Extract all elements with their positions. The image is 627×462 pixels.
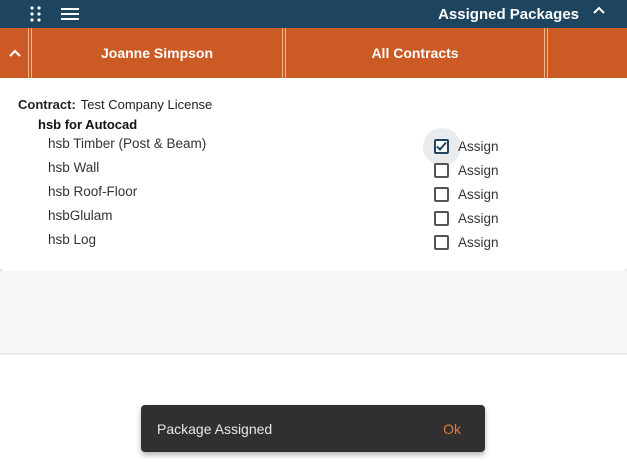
- page-title: Assigned Packages: [438, 6, 579, 23]
- assign-checkbox-row[interactable]: Assign: [434, 136, 499, 156]
- assign-label: Assign: [458, 234, 499, 250]
- assign-label: Assign: [458, 186, 499, 202]
- column-divider: [282, 28, 283, 78]
- empty-content-area: [0, 271, 627, 353]
- assign-checkbox[interactable]: [434, 138, 449, 154]
- assign-checkbox[interactable]: [434, 234, 449, 250]
- apps-grid-icon[interactable]: [30, 6, 42, 22]
- chevron-up-icon[interactable]: [9, 49, 21, 58]
- package-name: hsb Log: [48, 232, 97, 247]
- package-name: hsb Wall: [48, 160, 100, 175]
- assign-checkbox[interactable]: [434, 162, 449, 178]
- contract-label: Contract:: [18, 97, 76, 112]
- package-name: hsbGlulam: [48, 208, 113, 223]
- user-name-cell[interactable]: Joanne Simpson: [32, 28, 282, 78]
- contract-panel: Contract: Test Company License hsb for Au…: [0, 78, 627, 271]
- top-app-bar: Assigned Packages: [0, 0, 627, 28]
- contract-filter-label: All Contracts: [371, 45, 459, 61]
- section-divider: [0, 353, 627, 355]
- assign-label: Assign: [458, 210, 499, 226]
- package-name: hsb Timber (Post & Beam): [48, 136, 207, 151]
- snackbar: Package Assigned Ok: [141, 405, 485, 452]
- chevron-up-icon[interactable]: [593, 5, 605, 15]
- assign-label: Assign: [458, 162, 499, 178]
- contract-line: Contract: Test Company License: [18, 97, 212, 112]
- package-name: hsb Roof-Floor: [48, 184, 138, 199]
- assign-checkbox-row[interactable]: Assign: [434, 232, 499, 252]
- column-divider: [28, 28, 29, 78]
- user-name: Joanne Simpson: [100, 45, 214, 61]
- hamburger-menu-icon[interactable]: [61, 7, 79, 21]
- assign-checkbox-row[interactable]: Assign: [434, 184, 499, 204]
- snackbar-message: Package Assigned: [157, 421, 273, 437]
- assign-checkbox[interactable]: [434, 210, 449, 226]
- snackbar-ok-button[interactable]: Ok: [443, 421, 461, 437]
- package-header-bar: Joanne Simpson All Contracts: [0, 28, 627, 78]
- column-divider: [544, 28, 545, 78]
- assign-checkbox[interactable]: [434, 186, 449, 202]
- contract-value: Test Company License: [80, 97, 213, 112]
- column-divider: [547, 28, 548, 78]
- assign-label: Assign: [458, 138, 499, 154]
- assign-checkbox-row[interactable]: Assign: [434, 208, 499, 228]
- package-group-title: hsb for Autocad: [38, 117, 138, 132]
- assign-checkbox-row[interactable]: Assign: [434, 160, 499, 180]
- contract-filter-cell[interactable]: All Contracts: [286, 28, 544, 78]
- checkmark-icon: [436, 141, 447, 151]
